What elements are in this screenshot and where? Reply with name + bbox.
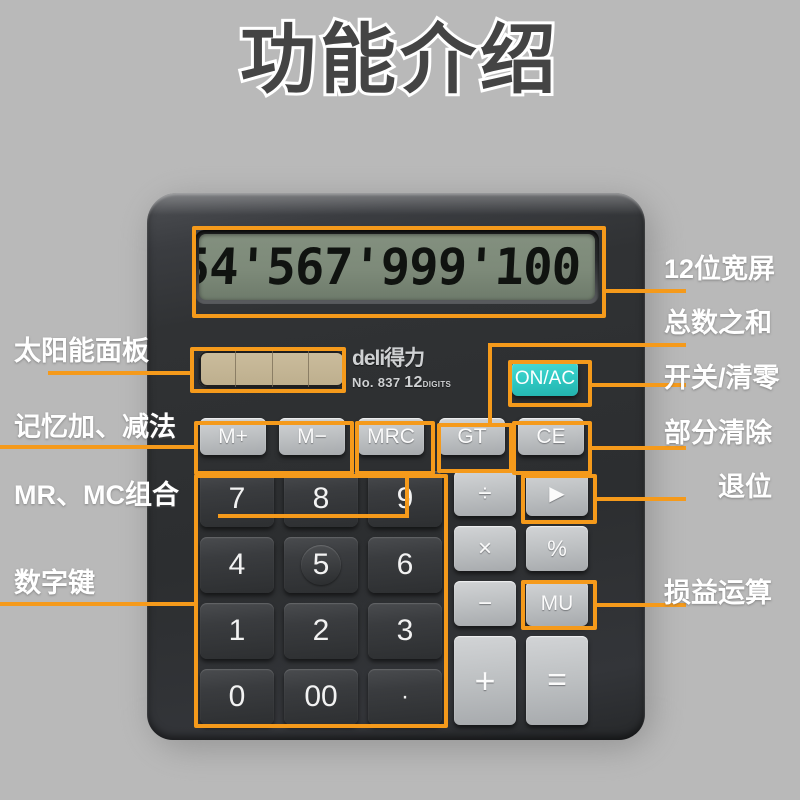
digit-key-5-label: 5	[312, 548, 330, 581]
highlight-box-number-pad	[194, 474, 448, 728]
leader-riser-gt	[488, 343, 492, 427]
leader-line-lcd	[606, 289, 686, 293]
highlight-box-mu	[521, 580, 597, 630]
annotation-label-ce: 部分清除	[664, 418, 772, 448]
highlight-box-backspace	[521, 474, 597, 524]
leader-line-gt	[488, 343, 686, 347]
highlight-box-ce	[512, 421, 592, 475]
highlight-box-lcd	[192, 226, 606, 318]
annotation-overlay: 12位宽屏 太阳能面板 总数之和 开关/清零 记忆加、减法 MR、MC组合 部分…	[0, 0, 800, 800]
annotation-label-memory-keys: 记忆加、减法	[14, 412, 176, 442]
highlight-box-solar-panel	[190, 347, 346, 393]
leader-line-memory-keys	[0, 445, 196, 449]
highlight-box-gt	[437, 423, 513, 473]
annotation-label-backspace: 退位	[718, 472, 772, 502]
annotation-label-gt: 总数之和	[664, 308, 772, 338]
annotation-label-mrc: MR、MC组合	[14, 480, 179, 510]
highlight-box-mrc	[355, 421, 435, 475]
leader-line-backspace	[597, 497, 686, 501]
leader-line-number-pad	[0, 602, 196, 606]
highlight-box-on-ac	[508, 360, 592, 407]
highlight-box-memory-keys	[194, 421, 354, 475]
annotation-label-solar-panel: 太阳能面板	[14, 336, 149, 366]
annotation-label-on-ac: 开关/清零	[664, 363, 780, 393]
annotation-label-mu: 损益运算	[664, 578, 772, 608]
annotation-label-lcd: 12位宽屏	[664, 254, 776, 284]
leader-line-solar-panel	[48, 371, 194, 375]
annotation-label-number-pad: 数字键	[14, 568, 95, 598]
